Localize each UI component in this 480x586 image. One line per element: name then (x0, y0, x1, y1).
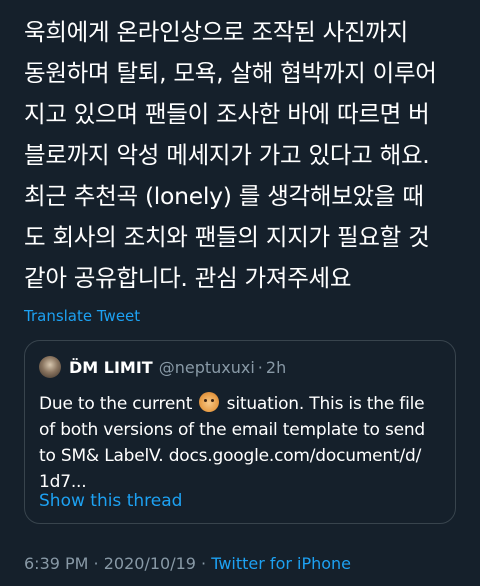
quoted-text-segment: situation. This is the file (226, 394, 425, 414)
avatar[interactable] (39, 356, 61, 378)
tweet-text-line: 블로까지 악성 메세지가 가고 있다고 해요. (24, 141, 430, 169)
tweet-time[interactable]: 6:39 PM (24, 554, 88, 573)
quoted-tweet-text: Due to the current situation. This is th… (39, 391, 443, 495)
tweet-text-line: 최근 추천곡 (lonely) 를 생각해보았을 때 (24, 182, 424, 210)
tweet-metadata: 6:39 PM · 2020/10/19 · Twitter for iPhon… (24, 553, 351, 575)
quoted-author-name[interactable]: D̈M LIMIT (69, 358, 153, 377)
tweet-text-line: 같아 공유합니다. 관심 가져주세요 (24, 264, 352, 292)
translate-tweet-link[interactable]: Translate Tweet (24, 306, 140, 326)
meta-separator: · (195, 554, 212, 573)
quoted-text-line: Due to the current situation. This is th… (39, 391, 443, 417)
quoted-tweet-card[interactable]: D̈M LIMIT @neptuxuxi · 2h Due to the cur… (24, 340, 456, 524)
show-thread-link[interactable]: Show this thread (39, 489, 182, 513)
tweet-text-line: 욱희에게 온라인상으로 조작된 사진까지 (24, 18, 408, 46)
meta-separator: · (88, 554, 104, 573)
tweet-date[interactable]: 2020/10/19 (104, 554, 196, 573)
tweet-text-line: 동원하며 탈퇴, 모욕, 살해 협박까지 이루어 (24, 59, 437, 87)
quoted-tweet-header: D̈M LIMIT @neptuxuxi · 2h (39, 355, 286, 379)
tweet-source-link[interactable]: Twitter for iPhone (211, 554, 351, 573)
tweet-text-line: 도 회사의 조치와 팬들의 지지가 필요할 것 (24, 223, 430, 251)
tweet-text: 욱희에게 온라인상으로 조작된 사진까지 동원하며 탈퇴, 모욕, 살해 협박까… (24, 12, 472, 299)
quoted-text-segment: Due to the current (39, 394, 193, 414)
header-separator: · (257, 357, 263, 377)
quoted-text-line: to SM& LabelV. docs.google.com/document/… (39, 446, 422, 466)
quoted-text-line: of both versions of the email template t… (39, 420, 426, 440)
tweet-text-line: 지고 있으며 팬들이 조사한 바에 따르면 버 (24, 100, 430, 128)
quoted-author-handle[interactable]: @neptuxuxi (159, 358, 255, 377)
face-emoji-icon (199, 392, 220, 412)
quoted-tweet-time[interactable]: 2h (266, 358, 286, 377)
